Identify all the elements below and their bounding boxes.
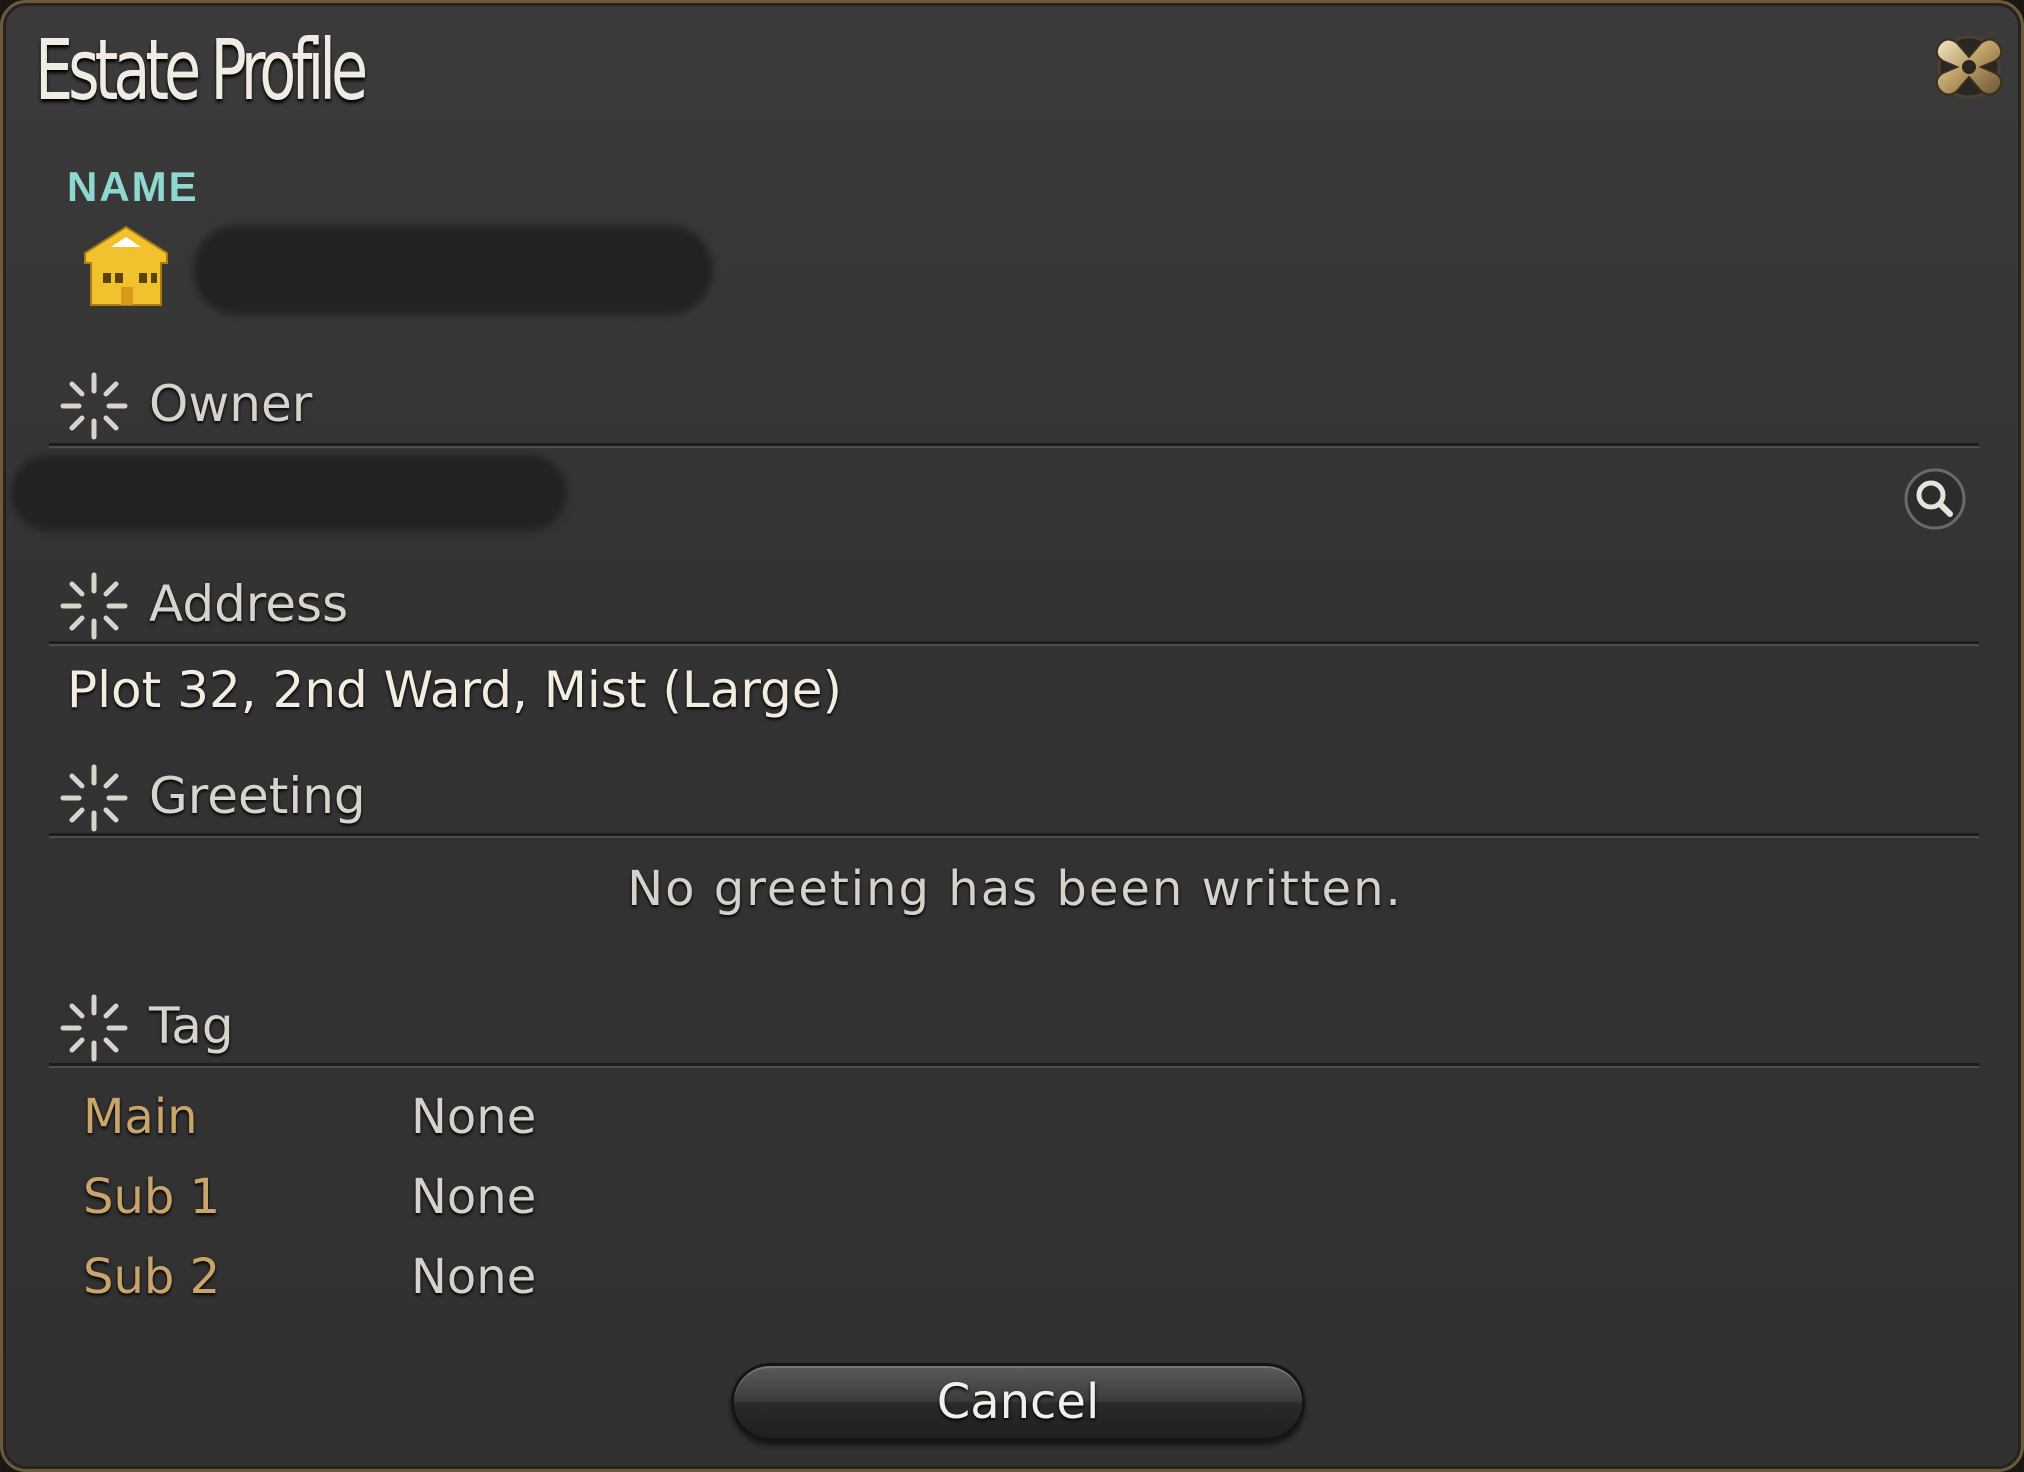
address-value: Plot 32, 2nd Ward, Mist (Large) xyxy=(67,661,843,719)
greeting-divider xyxy=(49,833,1979,838)
address-label: Address xyxy=(149,575,349,633)
burst-icon xyxy=(60,372,128,440)
tag-main-value: None xyxy=(411,1089,537,1145)
tag-main-key: Main xyxy=(83,1089,198,1145)
greeting-label: Greeting xyxy=(149,767,366,825)
owner-value-redacted xyxy=(11,455,567,531)
name-value-redacted xyxy=(193,225,713,315)
tag-label: Tag xyxy=(149,997,234,1055)
house-icon xyxy=(81,223,171,309)
window-title: Estate Profile xyxy=(35,21,368,119)
estate-profile-window: Estate Profile NAME Owner Address Plot 3… xyxy=(0,0,2024,1472)
tag-sub1-key: Sub 1 xyxy=(83,1169,221,1225)
burst-icon xyxy=(60,764,128,832)
close-button[interactable] xyxy=(1927,25,2011,109)
tag-sub2-value: None xyxy=(411,1249,537,1305)
search-icon xyxy=(1904,468,1966,530)
close-icon xyxy=(1935,35,2003,99)
name-label: NAME xyxy=(67,163,199,210)
tag-divider xyxy=(49,1063,1979,1068)
search-owner-button[interactable] xyxy=(1903,467,1967,531)
greeting-value: No greeting has been written. xyxy=(627,861,1403,917)
burst-icon xyxy=(60,572,128,640)
tag-sub1-value: None xyxy=(411,1169,537,1225)
tag-sub2-key: Sub 2 xyxy=(83,1249,221,1305)
owner-label: Owner xyxy=(149,375,313,433)
owner-divider xyxy=(49,443,1979,448)
cancel-button[interactable]: Cancel xyxy=(731,1363,1305,1441)
burst-icon xyxy=(60,994,128,1062)
address-divider xyxy=(49,641,1979,646)
